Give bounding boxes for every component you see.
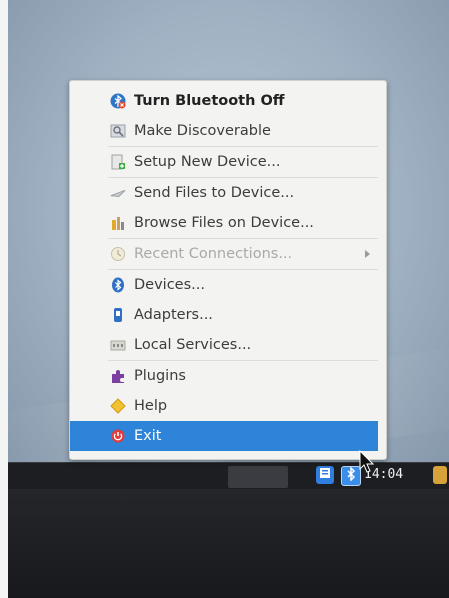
- menu-item-label: Exit: [134, 428, 162, 444]
- bezel-area: [8, 489, 449, 598]
- send-files-icon: [110, 185, 126, 201]
- menu-item-label: Recent Connections...: [134, 246, 293, 262]
- discoverable-icon: [110, 123, 126, 139]
- notes-icon[interactable]: [316, 466, 334, 484]
- menu-item-label: Turn Bluetooth Off: [134, 93, 285, 109]
- photo-frame: 14:04 Turn Bluetooth Off Make Discoverab…: [8, 0, 449, 598]
- menu-item-label: Help: [134, 398, 168, 414]
- menu-item-label: Send Files to Device...: [134, 185, 295, 201]
- menu-item-label: Browse Files on Device...: [134, 215, 314, 231]
- bluetooth-icon: [110, 277, 126, 293]
- bluetooth-context-menu: Turn Bluetooth Off Make Discoverable Set…: [69, 80, 387, 460]
- menu-item-exit[interactable]: Exit: [70, 421, 378, 451]
- browse-files-icon: [110, 215, 126, 231]
- menu-item-label: Devices...: [134, 277, 205, 293]
- bluetooth-off-icon: [110, 93, 126, 109]
- setup-device-icon: [110, 154, 126, 170]
- recent-connections-icon: [110, 246, 126, 262]
- mouse-pointer-icon: [359, 450, 375, 473]
- puzzle-icon: [110, 368, 126, 384]
- menu-item-browse-files[interactable]: Browse Files on Device...: [70, 208, 386, 238]
- menu-item-label: Local Services...: [134, 337, 252, 353]
- menu-item-send-files[interactable]: Send Files to Device...: [70, 178, 386, 208]
- adapter-icon: [110, 307, 126, 323]
- submenu-arrow-icon: [365, 250, 370, 258]
- menu-item-label: Make Discoverable: [134, 123, 271, 139]
- taskbar-highlight: [228, 466, 288, 488]
- help-icon: [110, 398, 126, 414]
- menu-item-setup-new-device[interactable]: Setup New Device...: [70, 147, 386, 177]
- network-icon[interactable]: [433, 466, 447, 484]
- menu-item-label: Adapters...: [134, 307, 213, 323]
- menu-item-help[interactable]: Help: [70, 391, 386, 421]
- menu-item-recent-connections[interactable]: Recent Connections...: [70, 239, 386, 269]
- menu-item-label: Setup New Device...: [134, 154, 281, 170]
- menu-item-make-discoverable[interactable]: Make Discoverable: [70, 116, 386, 146]
- menu-item-label: Plugins: [134, 368, 186, 384]
- menu-item-turn-bluetooth-off[interactable]: Turn Bluetooth Off: [70, 86, 386, 116]
- menu-item-adapters[interactable]: Adapters...: [70, 300, 386, 330]
- local-services-icon: [110, 337, 126, 353]
- exit-icon: [110, 428, 126, 444]
- menu-item-devices[interactable]: Devices...: [70, 270, 386, 300]
- menu-item-plugins[interactable]: Plugins: [70, 361, 386, 391]
- menu-item-local-services[interactable]: Local Services...: [70, 330, 386, 360]
